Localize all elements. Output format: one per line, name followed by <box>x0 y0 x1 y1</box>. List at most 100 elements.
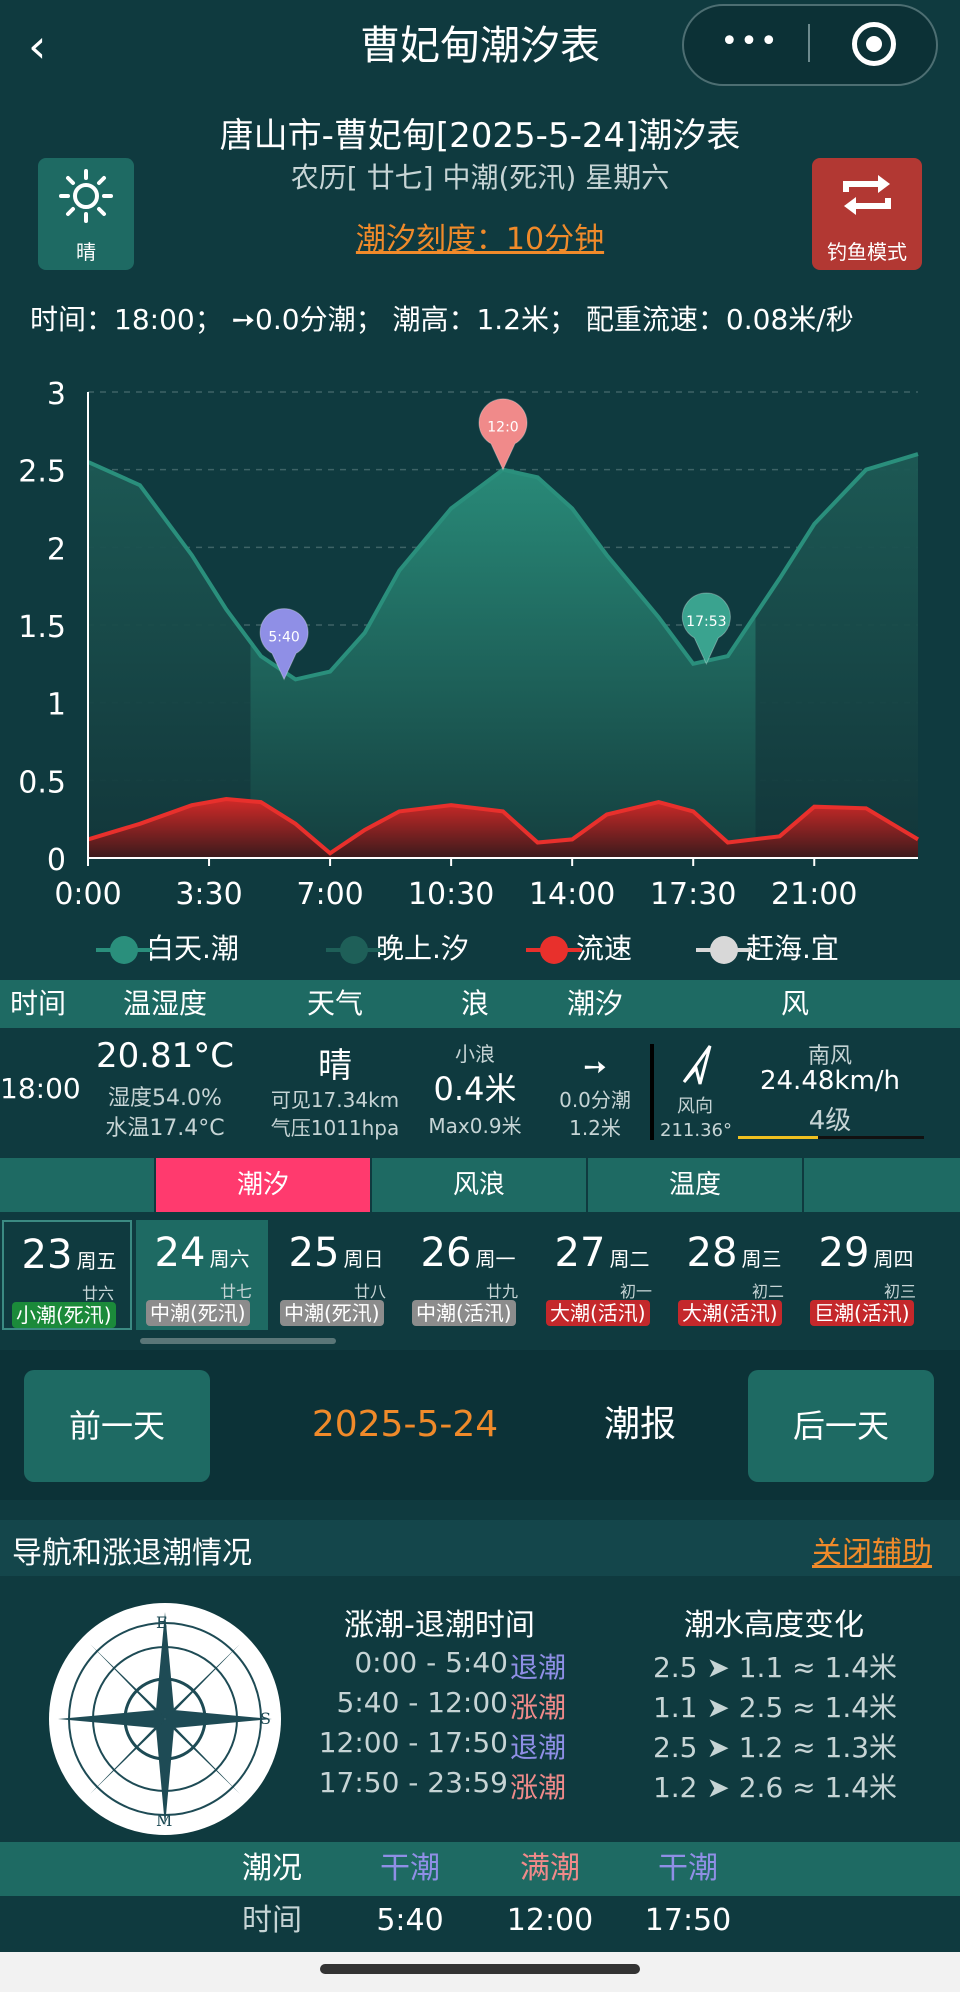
tide-marker: 12:0 <box>478 398 528 471</box>
range-state: 退潮 <box>510 1731 567 1764</box>
date-strip-scrollbar[interactable] <box>140 1338 336 1344</box>
day-number: 26 <box>420 1230 472 1276</box>
height-change-row: 2.5 ➤ 1.1 ≈ 1.4米 <box>652 1651 898 1684</box>
more-dots-icon[interactable]: ••• <box>720 22 780 62</box>
legend-label: 赶海.宜 <box>746 932 839 965</box>
tide-marker: 17:53 <box>681 592 731 666</box>
next-day-button[interactable]: 后一天 <box>748 1370 934 1482</box>
wind-level-bar-track <box>818 1136 924 1139</box>
height-change-row: 1.1 ➤ 2.5 ≈ 1.4米 <box>652 1691 898 1724</box>
day-number: 27 <box>554 1230 606 1276</box>
range-time: 12:00 - 17:50 <box>318 1726 508 1759</box>
marker-label: 12:0 <box>487 420 518 436</box>
location-date-title: 唐山市-曹妃甸[2025-5-24]潮汐表 <box>219 116 741 156</box>
weekday: 周二 <box>609 1247 650 1271</box>
tide-report-link[interactable]: 潮报 <box>580 1350 700 1500</box>
x-tick-label: 7:00 <box>296 877 363 912</box>
y-tick-label: 2.5 <box>18 455 66 490</box>
row-time: 18:00 <box>0 1072 81 1105</box>
x-tick-label: 17:30 <box>650 877 736 912</box>
summary-head-low-1: 干潮 <box>380 1851 440 1886</box>
header-temp: 温湿度 <box>122 987 207 1020</box>
y-tick-label: 1.5 <box>18 610 66 645</box>
wind-level: 4级 <box>808 1106 852 1136</box>
tab-tide[interactable]: 潮汐 <box>156 1158 372 1212</box>
summary-head-low-2: 干潮 <box>658 1851 718 1886</box>
chart-legend: 白天.潮 晚上.汐 流速 赶海.宜 <box>96 928 940 970</box>
y-tick-label: 1 <box>47 688 66 723</box>
weekday: 周一 <box>475 1247 516 1271</box>
tide-badge: 大潮(活汛) <box>546 1300 650 1326</box>
tide-chart[interactable]: 0 0.5 1 1.5 2 2.5 3 0:00 3:30 7:00 10:30 14:00 17:30… <box>0 370 960 970</box>
legend-item-beachcombing[interactable]: 赶海.宜 <box>696 928 839 970</box>
header-weather: 天气 <box>306 987 363 1020</box>
x-tick-label: 0:00 <box>54 877 121 912</box>
date-strip[interactable]: 23 周五 廿六 小潮(死汛) 24 周六 廿七 中潮(死汛) 25 周日 廿八 中潮… <box>0 1220 960 1330</box>
day-item[interactable]: 26 周一 廿九 中潮(活汛) <box>402 1220 534 1330</box>
summary-row-label: 时间 <box>242 1903 302 1938</box>
current-date[interactable]: 2025-5-24 <box>300 1350 510 1500</box>
weekday: 周五 <box>76 1249 117 1273</box>
range-state: 涨潮 <box>510 1771 567 1804</box>
weekday: 周四 <box>873 1247 914 1271</box>
compass-icon: E S M <box>49 1603 281 1835</box>
target-icon[interactable] <box>852 22 896 66</box>
humidity: 湿度54.0% <box>108 1086 222 1111</box>
header-tide: 潮汐 <box>566 987 623 1020</box>
marker-label: 17:53 <box>686 614 726 630</box>
y-tick-label: 3 <box>47 377 66 412</box>
range-time: 5:40 - 12:00 <box>336 1686 508 1719</box>
wind-direction-arrow-icon <box>682 1045 712 1085</box>
day-item[interactable]: 25 周日 廿八 中潮(死汛) <box>270 1220 402 1330</box>
close-assist-link[interactable]: 关闭辅助 <box>812 1528 932 1572</box>
sun-icon <box>59 169 113 223</box>
capsule-divider <box>808 24 810 62</box>
tab-temperature[interactable]: 温度 <box>588 1158 804 1212</box>
temperature: 20.81°C <box>95 1036 235 1076</box>
current-tide-info: 时间：18:00； ➙0.0分潮； 潮高：1.2米； 配重流速：0.08米/秒 <box>30 303 854 336</box>
fishing-mode-label: 钓鱼模式 <box>827 240 907 264</box>
lunar-day: 廿八 <box>353 1282 386 1301</box>
legend-label: 白天.潮 <box>146 932 239 965</box>
pressure: 气压1011hpa <box>270 1116 400 1140</box>
range-state: 退潮 <box>510 1651 567 1684</box>
legend-swatch <box>96 936 152 964</box>
tab-wind-wave[interactable]: 风浪 <box>372 1158 588 1212</box>
y-tick-label: 2 <box>47 532 66 567</box>
legend-item-flow[interactable]: 流速 <box>526 928 632 970</box>
wind-speed: 24.48km/h <box>759 1066 901 1096</box>
day-number: 29 <box>818 1230 870 1276</box>
summary-low-time-2: 17:50 <box>644 1903 732 1938</box>
weekday: 周日 <box>343 1247 384 1271</box>
legend-item-night-tide[interactable]: 晚上.汐 <box>326 928 469 970</box>
range-state: 涨潮 <box>510 1691 567 1724</box>
range-time: 17:50 - 23:59 <box>318 1766 508 1799</box>
tide-badge: 巨潮(活汛) <box>810 1300 914 1326</box>
legend-item-day-tide[interactable]: 白天.潮 <box>96 928 239 970</box>
day-item[interactable]: 27 周二 初一 大潮(活汛) <box>536 1220 668 1330</box>
day-item[interactable]: 23 周五 廿六 小潮(死汛) <box>2 1220 132 1330</box>
day-item-selected[interactable]: 24 周六 廿七 中潮(死汛) <box>136 1220 268 1330</box>
height-change-row: 2.5 ➤ 1.2 ≈ 1.3米 <box>652 1731 898 1764</box>
height-change-title: 潮水高度变化 <box>684 1608 864 1643</box>
water-temp: 水温17.4°C <box>105 1116 225 1141</box>
legend-swatch <box>526 936 582 964</box>
lunar-day: 初一 <box>619 1282 652 1301</box>
day-item[interactable]: 28 周三 初二 大潮(活汛) <box>668 1220 800 1330</box>
marker-label: 5:40 <box>268 629 299 645</box>
day-number: 24 <box>154 1230 206 1276</box>
prev-day-button[interactable]: 前一天 <box>24 1370 210 1482</box>
day-item[interactable]: 29 周四 初三 巨潮(活汛) <box>800 1220 932 1330</box>
tide-arrow-icon: ➙ <box>583 1050 607 1083</box>
lunar-day: 廿九 <box>485 1282 518 1301</box>
tide-badge: 中潮(活汛) <box>412 1300 516 1326</box>
weekday: 周三 <box>741 1247 782 1271</box>
weekday: 周六 <box>209 1247 250 1271</box>
home-indicator[interactable] <box>320 1964 640 1974</box>
header-wave: 浪 <box>460 987 489 1020</box>
tide-badge: 中潮(死汛) <box>146 1300 250 1326</box>
weather-table-header: 时间 温湿度 天气 浪 潮汐 风 <box>0 980 960 1028</box>
wave-max: Max0.9米 <box>428 1114 522 1138</box>
x-tick-label: 14:00 <box>529 877 615 912</box>
tide-height: 1.2米 <box>569 1116 621 1140</box>
